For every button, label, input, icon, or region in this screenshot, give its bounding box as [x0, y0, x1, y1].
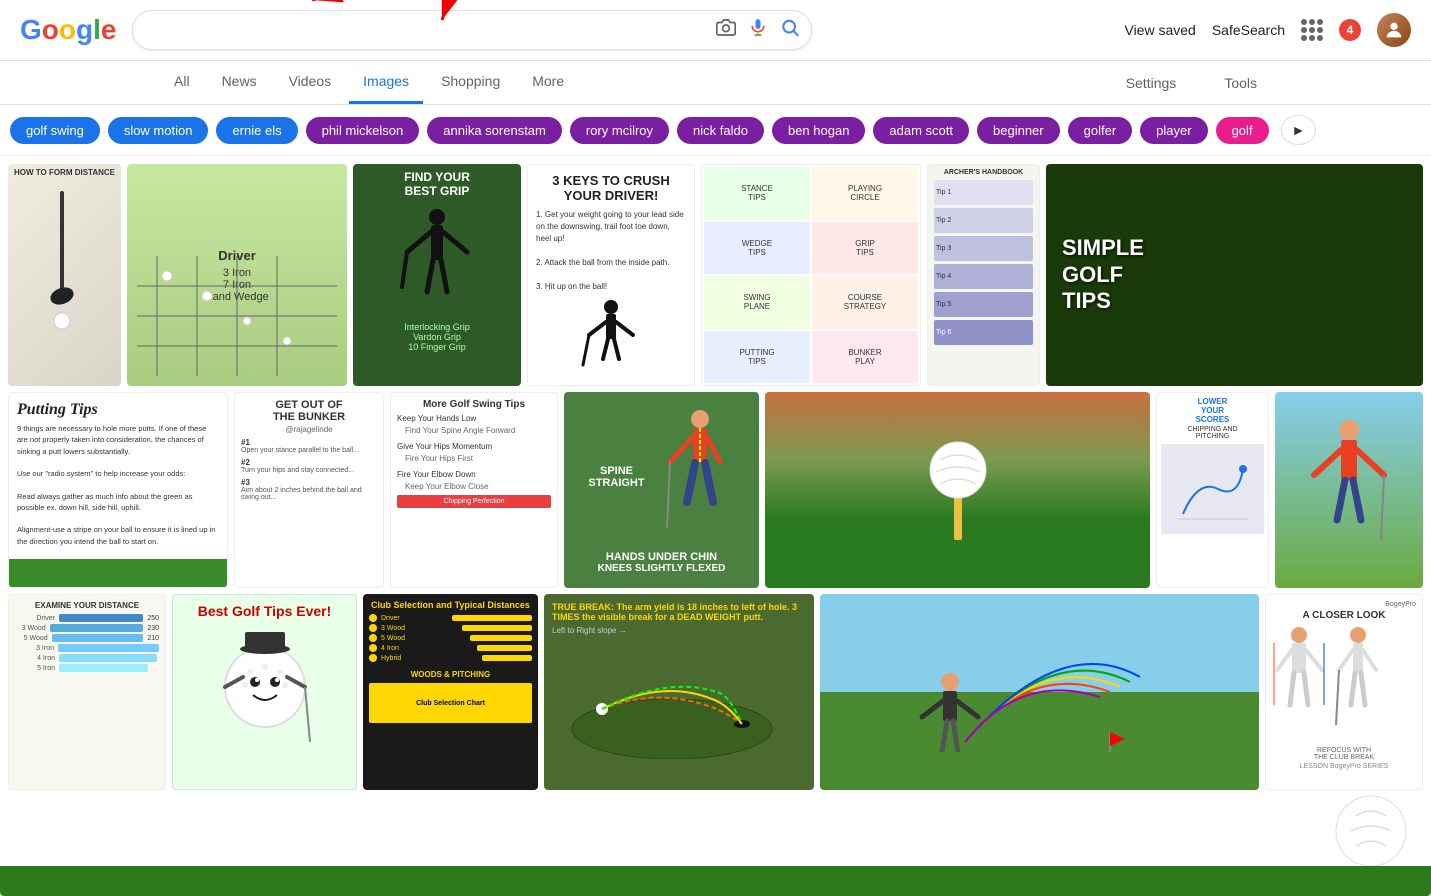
image-tile-bunker[interactable]: GET OUT OFTHE BUNKER @rajagelinde #1 Ope…: [234, 392, 384, 588]
chip-rory-mcilroy[interactable]: rory mcilroy: [570, 117, 669, 144]
image-row-3: EXAMINE YOUR DISTANCE Driver 250 3 Wood …: [8, 594, 1423, 790]
google-logo[interactable]: Google: [20, 14, 116, 46]
chip-ernie-els[interactable]: ernie els: [216, 117, 297, 144]
avatar[interactable]: [1377, 13, 1411, 47]
image-row-2: Putting Tips 9 things are necessary to h…: [8, 392, 1423, 588]
chip-beginner[interactable]: beginner: [977, 117, 1060, 144]
image-tile[interactable]: More Golf Swing Tips Keep Your Hands Low…: [390, 392, 558, 588]
image-tile[interactable]: 3 KEYS TO CRUSHYOUR DRIVER! 1. Get your …: [527, 164, 695, 386]
image-tile[interactable]: [765, 392, 1150, 588]
tab-more[interactable]: More: [518, 61, 578, 104]
tab-shopping[interactable]: Shopping: [427, 61, 514, 104]
camera-search-icon[interactable]: [716, 18, 736, 43]
chip-player[interactable]: player: [1140, 117, 1207, 144]
voice-search-icon[interactable]: [748, 18, 768, 43]
image-tile[interactable]: SPINESTRAIGHT: [564, 392, 759, 588]
search-input[interactable]: golf tips: [132, 10, 812, 50]
image-tile[interactable]: Best Golf Tips Ever!: [172, 594, 357, 790]
view-saved-link[interactable]: View saved: [1124, 22, 1195, 38]
image-tile[interactable]: STANCETIPS PLAYINGCIRCLE WEDGETIPS GRIPT…: [701, 164, 921, 386]
chip-golf-swing[interactable]: golf swing: [10, 117, 100, 144]
image-tile[interactable]: LOWERYOURSCORES CHIPPING ANDPITCHING: [1156, 392, 1269, 588]
image-tile[interactable]: ARCHER'S HANDBOOK Tip 1 Tip 2 Tip 3 Tip …: [927, 164, 1040, 386]
image-row-1: HOW TO FORM DISTANCE Driver 3 Iron 7 Iro…: [8, 164, 1423, 386]
search-box: golf tips: [132, 10, 812, 50]
image-tile[interactable]: Putting Tips 9 things are necessary to h…: [8, 392, 228, 588]
image-tile[interactable]: Driver 3 Iron 7 Iron Sand Wedge: [127, 164, 347, 386]
image-tile[interactable]: Club Selection and Typical Distances Dri…: [363, 594, 538, 790]
chip-nick-faldo[interactable]: nick faldo: [677, 117, 764, 144]
image-tile[interactable]: TRUE BREAK: The arm yield is 18 inches t…: [544, 594, 814, 790]
safe-search-link[interactable]: SafeSearch: [1212, 22, 1285, 38]
tab-news[interactable]: News: [208, 61, 271, 104]
chip-adam-scott[interactable]: adam scott: [873, 117, 969, 144]
image-tile[interactable]: [820, 594, 1259, 790]
image-tile[interactable]: HOW TO FORM DISTANCE: [8, 164, 121, 386]
tab-images[interactable]: Images: [349, 61, 423, 104]
chip-golfer[interactable]: golfer: [1068, 117, 1133, 144]
image-tile[interactable]: FIND YOURBEST GRIP Interlocking GripVard…: [353, 164, 521, 386]
chip-ben-hogan[interactable]: ben hogan: [772, 117, 865, 144]
image-tile[interactable]: [1275, 392, 1423, 588]
apps-grid-icon[interactable]: [1301, 19, 1323, 41]
chip-golf[interactable]: golf: [1216, 117, 1269, 144]
image-tile[interactable]: EXAMINE YOUR DISTANCE Driver 250 3 Wood …: [8, 594, 166, 790]
chip-annika-sorenstam[interactable]: annika sorenstam: [427, 117, 562, 144]
tools-link[interactable]: Tools: [1210, 63, 1271, 103]
chip-phil-mickelson[interactable]: phil mickelson: [306, 117, 420, 144]
tab-videos[interactable]: Videos: [275, 61, 346, 104]
notification-badge[interactable]: 4: [1339, 19, 1361, 41]
image-results: HOW TO FORM DISTANCE Driver 3 Iron 7 Iro…: [0, 156, 1431, 790]
settings-link[interactable]: Settings: [1112, 63, 1191, 103]
search-icon[interactable]: [780, 18, 800, 43]
chips-row: golf swing slow motion ernie els phil mi…: [0, 105, 1431, 156]
tab-all[interactable]: All: [160, 61, 204, 104]
header: Google golf tips: [0, 0, 1431, 61]
header-right: View saved SafeSearch 4: [1124, 13, 1411, 47]
image-tile[interactable]: SIMPLEGOLFTIPS: [1046, 164, 1423, 386]
nav-tabs: All News Videos Images Shopping More Set…: [0, 61, 1431, 105]
chips-next-arrow[interactable]: ►: [1281, 115, 1317, 145]
chip-slow-motion[interactable]: slow motion: [108, 117, 209, 144]
image-tile[interactable]: BogeyPro A CLOSER LOOK: [1265, 594, 1423, 790]
